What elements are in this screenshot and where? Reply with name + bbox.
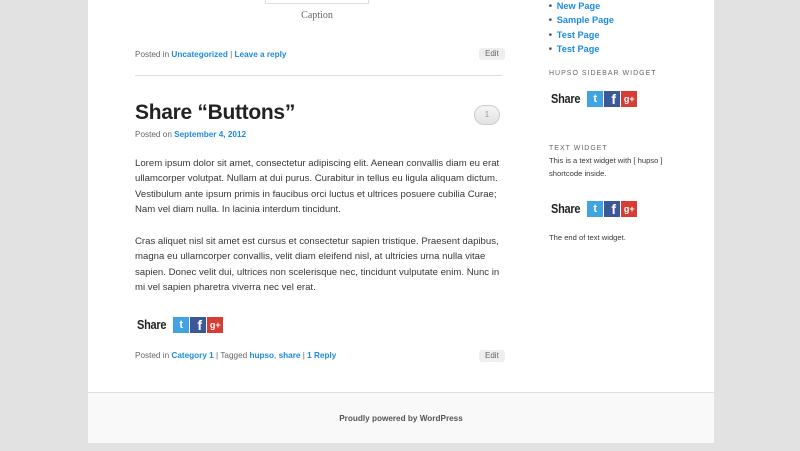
facebook-icon[interactable]: f bbox=[604, 201, 621, 217]
facebook-icon[interactable]: f bbox=[604, 91, 621, 107]
post-paragraph: Cras aliquet nisl sit amet est cursus et… bbox=[135, 236, 500, 294]
twitter-icon[interactable]: t bbox=[173, 317, 190, 333]
share-buttons: Share t f g+ bbox=[137, 317, 224, 333]
sidebar-page-link[interactable]: New Page bbox=[557, 1, 600, 11]
posted-on-label: Posted on bbox=[135, 130, 172, 139]
edit-button[interactable]: Edit bbox=[479, 350, 505, 362]
text-widget-body: This is a text widget with [ hupso ] sho… bbox=[549, 156, 663, 178]
share-label: Share bbox=[137, 318, 167, 332]
category-link[interactable]: Uncategorized bbox=[171, 50, 227, 59]
facebook-icon[interactable]: f bbox=[190, 317, 207, 333]
share-label: Share bbox=[551, 202, 581, 216]
post-meta-footer: Posted in Category 1 | Tagged hupso, sha… bbox=[135, 351, 336, 360]
post-divider bbox=[135, 75, 502, 76]
text-widget-share-buttons: Share t f g+ bbox=[551, 201, 638, 217]
powered-by-link[interactable]: Proudly powered by WordPress bbox=[88, 414, 714, 423]
page-container: Caption Posted in Uncategorized | Leave … bbox=[88, 0, 714, 443]
tag-link[interactable]: share bbox=[279, 351, 301, 360]
meta-separator: | bbox=[230, 50, 233, 59]
site-footer: Proudly powered by WordPress bbox=[88, 392, 714, 443]
sidebar-share-buttons: Share t f g+ bbox=[551, 91, 638, 107]
twitter-icon[interactable]: t bbox=[587, 91, 604, 107]
meta-separator: | bbox=[302, 351, 305, 360]
post-paragraph: Lorem ipsum dolor sit amet, consectetur … bbox=[135, 158, 500, 216]
text-widget-title: TEXT WIDGET bbox=[549, 145, 608, 152]
tag-separator: , bbox=[274, 351, 277, 360]
sidebar-page-item[interactable]: Sample Page bbox=[549, 13, 614, 27]
sidebar-page-link[interactable]: Test Page bbox=[557, 44, 600, 54]
sidebar-page-item[interactable]: New Page bbox=[549, 0, 614, 13]
tagged-label: Tagged bbox=[220, 351, 248, 360]
comment-count-bubble[interactable]: 1 bbox=[474, 105, 500, 125]
post-title[interactable]: Share “Buttons” bbox=[135, 101, 295, 125]
sidebar-pages-list: New Page Sample Page Test Page Test Page bbox=[549, 0, 614, 57]
meta-separator: | bbox=[216, 351, 219, 360]
google-plus-icon[interactable]: g+ bbox=[621, 201, 638, 217]
tag-link[interactable]: hupso bbox=[249, 351, 274, 360]
share-label: Share bbox=[551, 92, 581, 106]
edit-button[interactable]: Edit bbox=[479, 48, 505, 60]
post-meta-footer: Posted in Uncategorized | Leave a reply bbox=[135, 50, 286, 59]
google-plus-icon[interactable]: g+ bbox=[621, 91, 638, 107]
posted-in-label: Posted in bbox=[135, 50, 170, 59]
category-link[interactable]: Category 1 bbox=[171, 351, 213, 360]
image-caption: Caption bbox=[301, 10, 333, 21]
sidebar-page-link[interactable]: Test Page bbox=[557, 30, 600, 40]
sidebar-page-link[interactable]: Sample Page bbox=[557, 15, 614, 25]
hupso-widget-title: HUPSO SIDEBAR WIDGET bbox=[549, 70, 657, 77]
replies-link[interactable]: 1 Reply bbox=[307, 351, 336, 360]
image-caption-frame bbox=[265, 0, 369, 4]
post-date-meta: Posted on September 4, 2012 bbox=[135, 130, 246, 139]
sidebar-page-item[interactable]: Test Page bbox=[549, 28, 614, 42]
google-plus-icon[interactable]: g+ bbox=[207, 317, 224, 333]
text-widget-end: The end of text widget. bbox=[549, 233, 626, 242]
sidebar-page-item[interactable]: Test Page bbox=[549, 42, 614, 56]
post-date-link[interactable]: September 4, 2012 bbox=[174, 130, 246, 139]
posted-in-label: Posted in bbox=[135, 351, 170, 360]
twitter-icon[interactable]: t bbox=[587, 201, 604, 217]
leave-reply-link[interactable]: Leave a reply bbox=[235, 50, 287, 59]
